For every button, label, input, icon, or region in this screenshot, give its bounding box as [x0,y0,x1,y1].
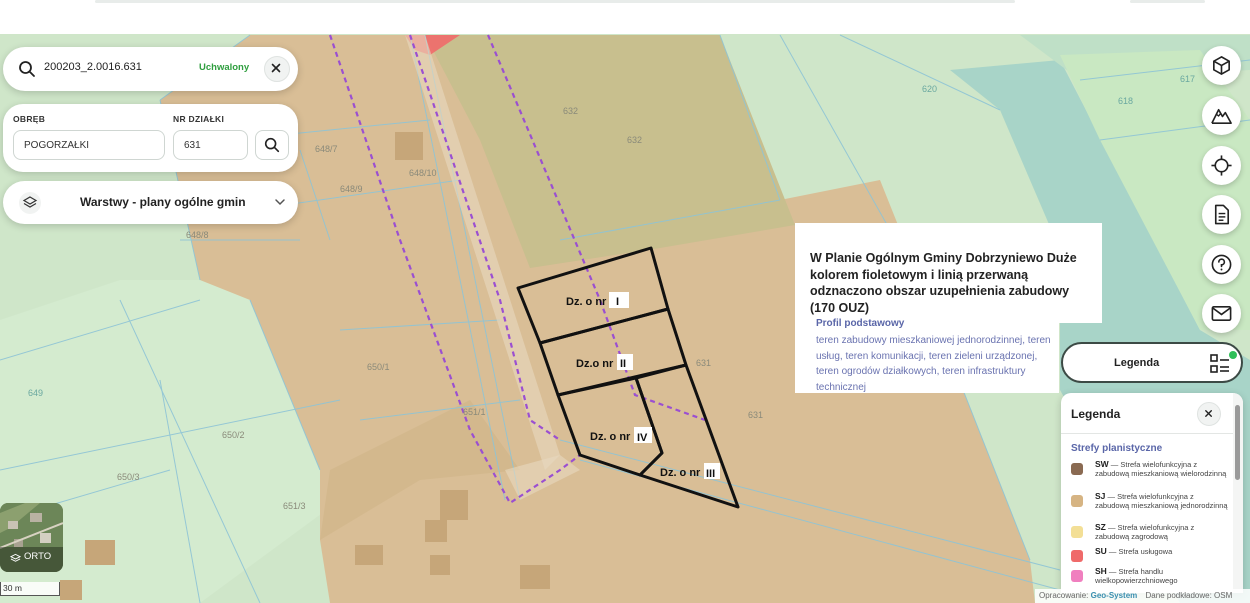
cube-icon [1213,55,1230,76]
parcel-label: 650/2 [222,430,245,440]
parcel-search-button[interactable] [255,130,289,160]
plot-label-text: Dz.o nr [576,358,614,370]
layers-selector[interactable]: Warstwy - plany ogólne gmin [3,181,298,224]
scale-bar: 30 m [0,582,60,596]
top-bar [0,0,1250,34]
legend-close-button[interactable] [1197,402,1221,426]
attribution-suffix: Dane podkładowe: OSM [1145,591,1233,600]
parcel-number-field[interactable]: 631 [173,130,248,160]
parcel-label: 650/3 [117,472,140,482]
legend-active-indicator [1229,351,1237,359]
legend-item: SU — Strefa usługowa [1071,546,1231,562]
legend-item-text: SZ — Strefa wielofunkcyjna z zabudową za… [1095,522,1195,541]
locate-button[interactable] [1202,146,1241,185]
legend-item-text: SJ — Strefa wielofunkcyjna z zabudową mi… [1095,491,1228,510]
close-icon [271,63,281,73]
parcel-label: 651/3 [283,501,306,511]
legend-item: SW — Strefa wielofunkcyjna z zabudową mi… [1071,460,1231,488]
help-button[interactable] [1202,245,1241,284]
map-attribution: Opracowanie: Geo-System Dane podkładowe:… [1035,589,1250,603]
mail-icon [1211,305,1232,322]
legend-swatch [1071,526,1083,538]
legend-swatch [1071,495,1083,507]
layers-icon [19,192,41,214]
legend-item: SH — Strefa handlu wielkopowierzchnioweg… [1071,567,1231,587]
parcel-label: 650/1 [367,362,390,372]
parcel-search-form: OBRĘB NR DZIAŁKI POGORZAŁKI 631 [3,104,298,172]
legend-item-text: SW — Strefa wielofunkcyjna z zabudową mi… [1095,459,1227,478]
plot-label-number: II [620,358,626,370]
parcel-label: 632 [627,135,642,145]
parcel-label: 648/9 [340,184,363,194]
parcel-label: 620 [922,84,937,94]
legend-swatch [1071,570,1083,582]
layers-label: Warstwy - plany ogólne gmin [80,195,246,209]
profile-title: Profil podstawowy [816,318,905,329]
contact-button[interactable] [1202,294,1241,333]
search-bar[interactable]: 200203_2.0016.631 Uchwalony [3,47,298,91]
parcel-label: 648/10 [409,168,437,178]
parcel-label: 648/8 [186,230,209,240]
plot-label-number: III [706,468,715,480]
search-icon [19,61,35,77]
document-icon [1214,204,1230,225]
legend-item: SJ — Strefa wielofunkcyjna z zabudową mi… [1071,492,1231,520]
top-bar-edge [1130,0,1205,3]
legend-scrollbar[interactable] [1233,393,1243,593]
parcel-label: 632 [563,106,578,116]
document-button[interactable] [1202,195,1241,234]
legend-title: Legenda [1071,407,1121,421]
parcel-label: 631 [748,410,763,420]
info-text: W Planie Ogólnym Gminy Dobrzyniewo Duże … [810,251,1077,315]
parcel-label: 617 [1180,74,1195,84]
info-tooltip: W Planie Ogólnym Gminy Dobrzyniewo Duże … [795,223,1102,323]
plot-label-number: I [616,296,619,308]
legend-panel: Legenda Strefy planistyczne SW — Strefa … [1061,393,1243,593]
legend-section-title: Strefy planistyczne [1071,443,1163,454]
legend-button-label: Legenda [1114,357,1160,369]
attribution-prefix: Opracowanie: [1039,591,1089,600]
plot-label-text: Dz. o nr [590,431,631,443]
help-icon [1211,254,1232,275]
obreb-label: OBRĘB [13,114,46,124]
terrain-icon [1211,108,1232,124]
search-query[interactable]: 200203_2.0016.631 [44,61,142,73]
status-badge: Uchwalony [199,62,250,73]
legend-item-text: SU — Strefa usługowa [1095,546,1173,556]
parcel-label: 649 [28,388,43,398]
parcel-label: 651/1 [463,407,486,417]
obreb-field[interactable]: POGORZAŁKI [13,130,165,160]
attribution-brand[interactable]: Geo-System [1091,591,1138,600]
legend-item-text: SH — Strefa handlu wielkopowierzchnioweg… [1095,566,1178,585]
profile-box: Profil podstawowy teren zabudowy mieszka… [795,318,1059,393]
crosshair-icon [1211,155,1232,176]
plot-label-number: IV [637,432,648,444]
layers-icon [10,553,21,562]
parcel-label: 618 [1118,96,1133,106]
scale-label: 30 m [3,583,22,593]
top-bar-edge [95,0,1015,3]
legend-swatch [1071,550,1083,562]
terrain-button[interactable] [1202,96,1241,135]
legend-swatch [1071,463,1083,475]
legend-scroll-thumb[interactable] [1235,405,1240,480]
3d-view-button[interactable] [1202,46,1241,85]
legend-item: SZ — Strefa wielofunkcyjna z zabudową za… [1071,523,1231,543]
plot-label-text: Dz. o nr [566,296,607,308]
legend-toggle-button[interactable]: Legenda [1061,342,1243,383]
close-icon [1205,410,1212,417]
orto-label: ORTO [24,551,52,562]
clear-search-button[interactable] [264,56,290,82]
search-icon [264,137,280,153]
parcel-label: 648/7 [315,144,338,154]
orto-basemap-toggle[interactable]: ORTO [0,503,63,572]
nr-dzialki-label: NR DZIAŁKI [173,114,225,124]
parcel-label: 631 [696,358,711,368]
chevron-down-icon [275,199,285,206]
profile-text: teren zabudowy mieszkaniowej jednorodzin… [816,335,1051,393]
plot-label-text: Dz. o nr [660,467,701,479]
legend-divider [1061,433,1233,434]
